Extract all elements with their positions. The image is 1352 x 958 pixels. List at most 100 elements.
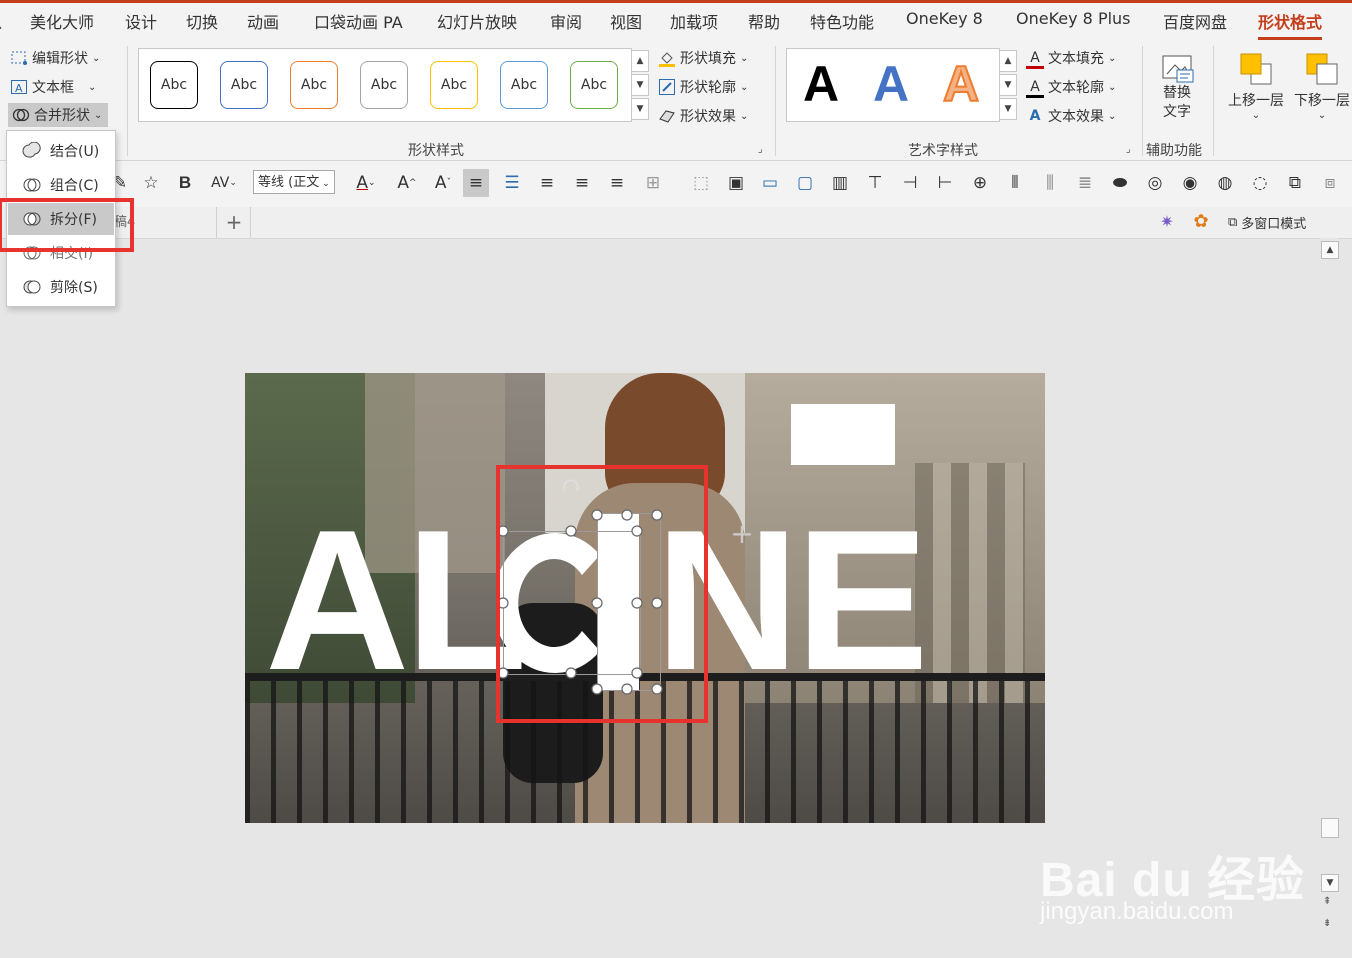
alt-text-icon (1159, 52, 1195, 84)
wordart-more[interactable]: ▼ (999, 98, 1017, 120)
tab-shape-format[interactable]: 形状格式 (1258, 9, 1323, 40)
tab-partial[interactable]: 、 (0, 9, 12, 33)
tab-pocket-anim[interactable]: 口袋动画 PA (314, 9, 403, 33)
textbox-button[interactable]: A 文本框 ⌄ (10, 77, 96, 97)
scroll-down-button[interactable]: ▼ (1321, 874, 1339, 892)
align-center-icon[interactable]: ≡ (463, 169, 489, 197)
gallery-more[interactable]: ▼ (631, 98, 649, 120)
grow-font-icon[interactable]: A ^ (394, 169, 420, 197)
menu-item-combine[interactable]: 组合(C) (8, 169, 114, 201)
magic-wand-icon[interactable]: ✷ (1156, 212, 1178, 234)
previous-slide-icon[interactable]: ⇞ (1323, 896, 1331, 907)
text-fill-button[interactable]: A 文本填充 ⌄ (1026, 48, 1116, 69)
align-right-icon[interactable]: ≡ (604, 169, 630, 197)
menu-item-union[interactable]: 结合(U) (8, 135, 114, 167)
textbox-icon: A (10, 78, 28, 96)
align-vertical-center-icon[interactable]: ⫴ (1002, 169, 1028, 197)
distribute-rows-icon[interactable]: ☰ (499, 169, 525, 197)
distribute-vertical-icon[interactable]: ≣ (1072, 169, 1098, 197)
tab-design[interactable]: 设计 (125, 9, 157, 33)
group-objects-icon[interactable]: ⧉ (1282, 169, 1308, 197)
align-middle-icon[interactable]: ⊕ (967, 169, 993, 197)
align-left-edge-icon[interactable]: ⊢ (932, 169, 958, 197)
edit-shape-button[interactable]: 编辑形状 ⌄ (10, 48, 100, 68)
send-backward-button[interactable]: 下移一层 ⌄ (1290, 48, 1352, 136)
wordart-preset-black[interactable]: A (803, 55, 839, 113)
chevron-down-icon: ⌄ (1108, 110, 1117, 122)
gallery-scroll-down[interactable]: ▼ (631, 74, 649, 96)
text-effects-button[interactable]: A 文本效果 ⌄ (1026, 106, 1117, 126)
union-shape-icon[interactable]: ⬬ (1107, 169, 1133, 197)
tab-onekey8plus[interactable]: OneKey 8 Plus (1016, 9, 1131, 28)
next-slide-icon[interactable]: ⇟ (1323, 918, 1331, 929)
scroll-thumb[interactable] (1321, 818, 1339, 838)
text-outline-button[interactable]: A 文本轮廓 ⌄ (1026, 77, 1116, 98)
shape-style-preset-5[interactable]: Abc (430, 61, 478, 109)
character-spacing-icon[interactable]: AV ⌄ (203, 169, 245, 197)
align-top-icon[interactable]: ⊤ (862, 169, 888, 197)
subtract-shape-icon[interactable]: ◌ (1247, 169, 1273, 197)
shape-effects-button[interactable]: 形状效果 ⌄ (658, 106, 748, 126)
dialog-launcher-icon[interactable]: ⌟ (758, 144, 763, 155)
font-name-select[interactable]: 等线 (正文 ⌄ (253, 170, 335, 194)
font-color-icon[interactable]: A ⌄ (346, 169, 386, 197)
ungroup-objects-icon[interactable]: ⧈ (1317, 169, 1343, 197)
tab-meihua[interactable]: 美化大师 (30, 9, 94, 33)
wordart-preset-blue[interactable]: A (873, 55, 909, 113)
bold-button[interactable]: B (172, 169, 198, 197)
shape-outline-label: 形状轮廓 (680, 80, 736, 96)
shape-style-preset-7[interactable]: Abc (570, 61, 618, 109)
shape-fill-button[interactable]: 形状填充 ⌄ (658, 48, 748, 68)
intersect-shape-icon[interactable]: ◍ (1212, 169, 1238, 197)
align-right-edge-icon[interactable]: ⊣ (897, 169, 923, 197)
tab-animations[interactable]: 动画 (247, 9, 279, 33)
shape-effects-label: 形状效果 (680, 109, 736, 125)
shape-outline-button[interactable]: 形状轮廓 ⌄ (658, 77, 748, 97)
shape-insert-icon[interactable]: ▣ (723, 169, 749, 197)
fragment-shape-icon[interactable]: ◉ (1177, 169, 1203, 197)
tab-review[interactable]: 审阅 (550, 9, 582, 33)
shape-style-preset-1[interactable]: Abc (150, 61, 198, 109)
tab-transitions[interactable]: 切换 (186, 9, 218, 33)
table-grid-icon[interactable]: ⊞ (640, 169, 666, 197)
shape-style-preset-3[interactable]: Abc (290, 61, 338, 109)
tab-view[interactable]: 视图 (610, 9, 642, 33)
align-left-icon[interactable]: ≡ (569, 169, 595, 197)
alt-text-button[interactable]: 替换 文字 (1152, 48, 1202, 136)
white-rectangle-shape[interactable] (791, 404, 895, 465)
wordart-scroll-down[interactable]: ▼ (999, 74, 1017, 96)
menu-item-subtract[interactable]: 剪除(S) (8, 271, 114, 303)
star-shape-icon[interactable]: ☆ (138, 169, 164, 197)
scroll-up-button[interactable]: ▲ (1321, 241, 1339, 259)
tab-features[interactable]: 特色功能 (810, 9, 874, 33)
tab-addins[interactable]: 加载项 (670, 9, 718, 33)
multi-window-button[interactable]: ⧉ 多窗口模式 (1228, 207, 1306, 238)
text-box-icon[interactable]: ▭ (757, 169, 783, 197)
text-direction-icon[interactable]: ▢ (792, 169, 818, 197)
tab-slideshow[interactable]: 幻灯片放映 (437, 9, 517, 33)
chart-icon[interactable]: ▥ (827, 169, 853, 197)
tab-onekey8[interactable]: OneKey 8 (906, 9, 983, 28)
wordart-scroll-up[interactable]: ▲ (999, 50, 1017, 72)
tab-baidu-pan[interactable]: 百度网盘 (1163, 9, 1227, 33)
justify-icon[interactable]: ≡ (534, 169, 560, 197)
merge-shapes-button[interactable]: 合并形状 ⌄ (8, 103, 109, 127)
bring-forward-button[interactable]: 上移一层 ⌄ (1224, 48, 1288, 136)
crop-shape-icon[interactable]: ⬚ (688, 169, 714, 197)
add-tab-button[interactable]: + (222, 209, 246, 235)
slide-text-al[interactable]: AL (265, 501, 528, 701)
shape-style-preset-4[interactable]: Abc (360, 61, 408, 109)
ribbon-tab-bar: 、 美化大师 设计 切换 动画 口袋动画 PA 幻灯片放映 审阅 视图 加载项 … (0, 3, 1352, 40)
chevron-down-icon: ⌄ (740, 81, 749, 93)
shrink-font-icon[interactable]: Aˇ (430, 169, 456, 197)
slide-canvas[interactable]: AL NE + (245, 373, 1045, 823)
shape-style-preset-6[interactable]: Abc (500, 61, 548, 109)
shape-style-preset-2[interactable]: Abc (220, 61, 268, 109)
dialog-launcher-icon[interactable]: ⌟ (1126, 144, 1131, 155)
settings-gear-icon[interactable]: ✿ (1190, 211, 1212, 233)
wordart-preset-orange[interactable]: A (942, 55, 980, 113)
gallery-scroll-up[interactable]: ▲ (631, 50, 649, 72)
tab-help[interactable]: 帮助 (748, 9, 780, 33)
combine-shape-icon[interactable]: ◎ (1142, 169, 1168, 197)
distribute-horizontal-icon[interactable]: ⫼ (1037, 169, 1063, 197)
